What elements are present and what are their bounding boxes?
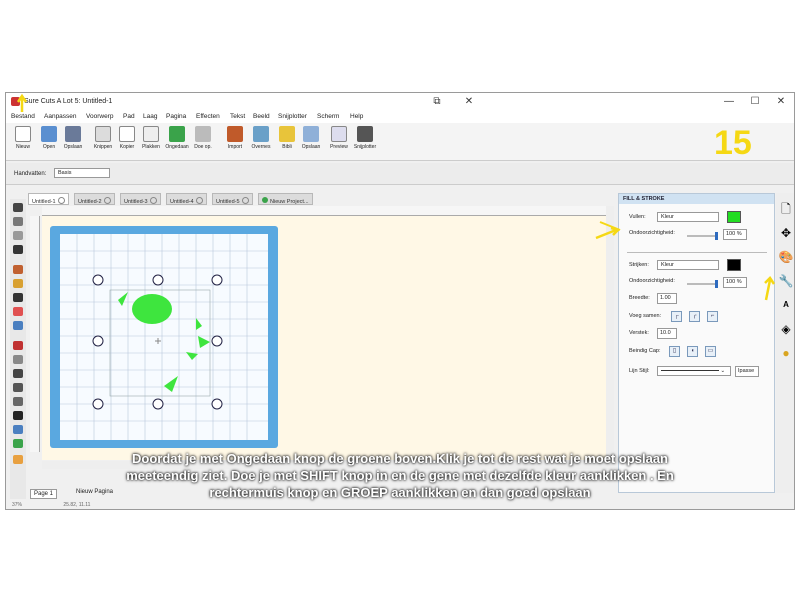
arrow-annotation [599,221,621,231]
caption-line: meeteendig ziet. Doe je met SHIFT knop i… [126,468,674,483]
annotation-layer [16,93,776,301]
caption-line: Doordat je met Ongedaan knop de groene b… [132,451,668,466]
caption-line: rechtermuis knop en GROEP aanklikken en … [209,485,591,500]
subtitle-caption: Doordat je met Ongedaan knop de groene b… [60,450,740,501]
step-number: 15 [714,124,752,162]
arrow-annotation [595,226,621,240]
arrow-annotation [764,276,776,301]
arrow-annotation [16,93,28,112]
